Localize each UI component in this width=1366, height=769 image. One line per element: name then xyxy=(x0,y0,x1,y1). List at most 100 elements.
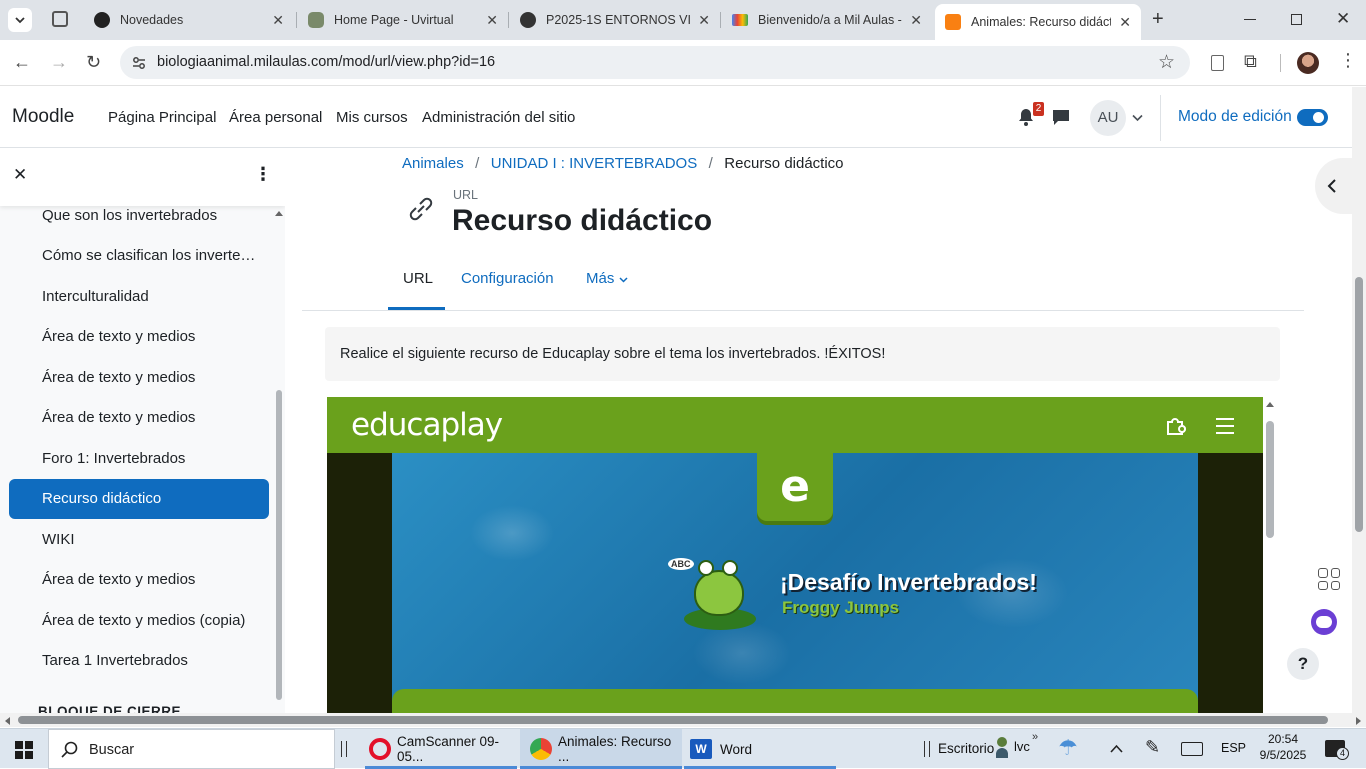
windows-start-icon[interactable] xyxy=(15,741,33,759)
scroll-right-arrow-icon[interactable] xyxy=(1356,717,1362,725)
course-index-item[interactable]: Área de texto y medios xyxy=(9,358,269,398)
messages-chat-icon[interactable] xyxy=(1052,109,1070,126)
close-icon[interactable]: ✕ xyxy=(698,12,710,29)
clock[interactable]: 20:54 9/5/2025 xyxy=(1258,732,1308,762)
nav-mis-cursos[interactable]: Mis cursos xyxy=(336,109,408,126)
scroll-left-arrow-icon[interactable] xyxy=(4,717,10,725)
tab-configuracion[interactable]: Configuración xyxy=(461,270,554,287)
close-icon[interactable]: ✕ xyxy=(272,12,284,29)
course-index-item[interactable]: Área de texto y medios xyxy=(9,317,269,357)
moodle-navbar: Moodle Página Principal Área personal Mi… xyxy=(0,87,1352,148)
course-index-item[interactable]: Tarea 1 Invertebrados xyxy=(9,641,269,681)
course-index-item[interactable]: Área de texto y medios xyxy=(9,560,269,600)
close-icon[interactable]: ✕ xyxy=(910,12,922,29)
frog-eye xyxy=(722,560,738,576)
breadcrumb-animales[interactable]: Animales xyxy=(402,155,464,172)
assistant-robot-icon[interactable] xyxy=(1311,609,1337,635)
taskbar-search-box[interactable]: Buscar xyxy=(48,729,335,769)
taskbar-app-camscanner[interactable]: CamScanner 09-05... xyxy=(365,729,517,769)
reading-mode-icon[interactable] xyxy=(1211,55,1224,71)
keyboard-icon[interactable] xyxy=(1181,742,1203,756)
browser-menu-icon[interactable]: ⋮ xyxy=(1339,50,1357,71)
drawer-options-icon[interactable]: ⋮ xyxy=(254,164,272,185)
restore-icon[interactable] xyxy=(1291,14,1302,25)
page-title: Recurso didáctico xyxy=(452,204,713,237)
tab-mas[interactable]: Más xyxy=(586,270,628,287)
chevron-double-right-icon[interactable]: » xyxy=(1032,731,1038,743)
notifications-button[interactable]: 2 xyxy=(1017,102,1044,132)
moodle-brand[interactable]: Moodle xyxy=(12,106,74,128)
user-figure-icon[interactable] xyxy=(996,737,1008,759)
tab-animales-active[interactable]: Animales: Recurso didáctic ✕ xyxy=(935,4,1141,40)
minimize-icon[interactable] xyxy=(1244,19,1256,20)
nav-administracion[interactable]: Administración del sitio xyxy=(422,109,575,126)
url-text[interactable]: biologiaanimal.milaulas.com/mod/url/view… xyxy=(157,54,495,70)
site-info-icon[interactable] xyxy=(131,55,147,71)
notification-center-icon[interactable]: 4 xyxy=(1325,740,1349,760)
tab-gmail[interactable]: Bienvenido/a a Mil Aulas - ✕ xyxy=(722,4,932,36)
reload-icon[interactable]: ↻ xyxy=(86,52,101,73)
tab-group-icon[interactable] xyxy=(52,11,68,27)
extensions-puzzle-icon[interactable]: ⧉ xyxy=(1244,51,1257,72)
apps-grid-icon[interactable] xyxy=(1318,568,1340,590)
tab-novedades[interactable]: Novedades ✕ xyxy=(84,4,294,36)
page-scrollbar[interactable] xyxy=(1352,87,1366,713)
tab-label: Home Page - Uvirtual xyxy=(334,13,454,27)
course-index-item[interactable]: Área de texto y medios (copia) xyxy=(9,601,269,641)
window-close-icon[interactable]: ✕ xyxy=(1336,9,1350,29)
drawer-scrollbar[interactable] xyxy=(276,390,282,700)
play-panel[interactable] xyxy=(392,689,1198,713)
profile-avatar[interactable] xyxy=(1297,52,1319,74)
iframe-scrollbar[interactable] xyxy=(1266,421,1274,538)
tab-url[interactable]: URL xyxy=(403,270,433,287)
weather-rain-icon[interactable]: ☂ xyxy=(1058,735,1078,761)
close-icon[interactable]: ✕ xyxy=(1119,14,1131,31)
course-index-item[interactable]: Cómo se clasifican los invertebrados xyxy=(9,236,259,276)
game-cover[interactable]: e ABC ¡Desafío Invertebrados! Froggy Jum… xyxy=(392,453,1198,713)
course-index-item[interactable]: Área de texto y medios xyxy=(9,398,269,438)
edit-mode-label[interactable]: Modo de edición xyxy=(1178,108,1292,126)
course-section-heading[interactable]: BLOQUE DE CIERRE xyxy=(38,704,181,713)
page-scroll-thumb[interactable] xyxy=(1355,277,1363,532)
tab-uvirtual[interactable]: Home Page - Uvirtual ✕ xyxy=(298,4,508,36)
bookmark-star-icon[interactable]: ☆ xyxy=(1158,51,1175,74)
iframe-scroll-up-icon[interactable] xyxy=(1266,401,1274,407)
close-drawer-icon[interactable]: ✕ xyxy=(13,165,27,185)
hamburger-menu-icon[interactable] xyxy=(1216,418,1234,434)
educaplay-iframe[interactable]: educaplay e ABC ¡Desafío Invertebrados! … xyxy=(327,397,1263,713)
close-icon[interactable]: ✕ xyxy=(486,12,498,29)
user-menu-chevron-icon[interactable] xyxy=(1132,114,1143,122)
address-bar-row: ← → ↻ biologiaanimal.milaulas.com/mod/ur… xyxy=(0,40,1366,86)
tab-divider xyxy=(296,12,297,28)
omnibox[interactable]: biologiaanimal.milaulas.com/mod/url/view… xyxy=(120,46,1190,79)
help-question-icon[interactable]: ? xyxy=(1287,648,1319,680)
pen-icon[interactable]: ✎ xyxy=(1145,737,1160,758)
edit-mode-toggle[interactable] xyxy=(1297,109,1328,126)
course-index-item[interactable]: WIKI xyxy=(9,520,269,560)
course-index-item[interactable]: Interculturalidad xyxy=(9,277,269,317)
desktop-toolbar-label[interactable]: Escritorio xyxy=(938,741,994,756)
nav-pagina-principal[interactable]: Página Principal xyxy=(108,109,216,126)
nav-area-personal[interactable]: Área personal xyxy=(229,109,322,126)
taskbar-app-word[interactable]: W Word xyxy=(684,729,836,769)
user-avatar[interactable]: AU xyxy=(1090,100,1126,136)
tab-entornos[interactable]: P2025-1S ENTORNOS VIRT ✕ xyxy=(510,4,720,36)
horizontal-scrollbar[interactable] xyxy=(0,713,1366,727)
new-tab-plus-icon[interactable]: + xyxy=(1152,8,1164,31)
toolbar-divider xyxy=(1280,54,1281,72)
educaplay-logo[interactable]: educaplay xyxy=(351,407,503,443)
forward-arrow-icon[interactable]: → xyxy=(50,52,68,73)
language-indicator[interactable]: ESP xyxy=(1221,741,1246,755)
show-hidden-icons-chevron[interactable] xyxy=(1110,744,1123,753)
horizontal-scroll-thumb[interactable] xyxy=(18,716,1328,724)
scroll-up-arrow-icon[interactable] xyxy=(275,210,283,216)
toolbar-user-label[interactable]: lvc xyxy=(1014,739,1030,754)
course-index-item[interactable]: Que son los invertebrados xyxy=(9,196,269,236)
taskbar-app-chrome[interactable]: Animales: Recurso ... xyxy=(520,729,682,769)
puzzle-search-icon[interactable] xyxy=(1165,414,1189,436)
course-index-item[interactable]: Foro 1: Invertebrados xyxy=(9,439,269,479)
course-index-item-selected[interactable]: Recurso didáctico xyxy=(9,479,269,519)
tab-search-button[interactable] xyxy=(8,8,32,32)
back-arrow-icon[interactable]: ← xyxy=(13,52,31,73)
breadcrumb-unidad[interactable]: UNIDAD I : INVERTEBRADOS xyxy=(491,155,697,172)
